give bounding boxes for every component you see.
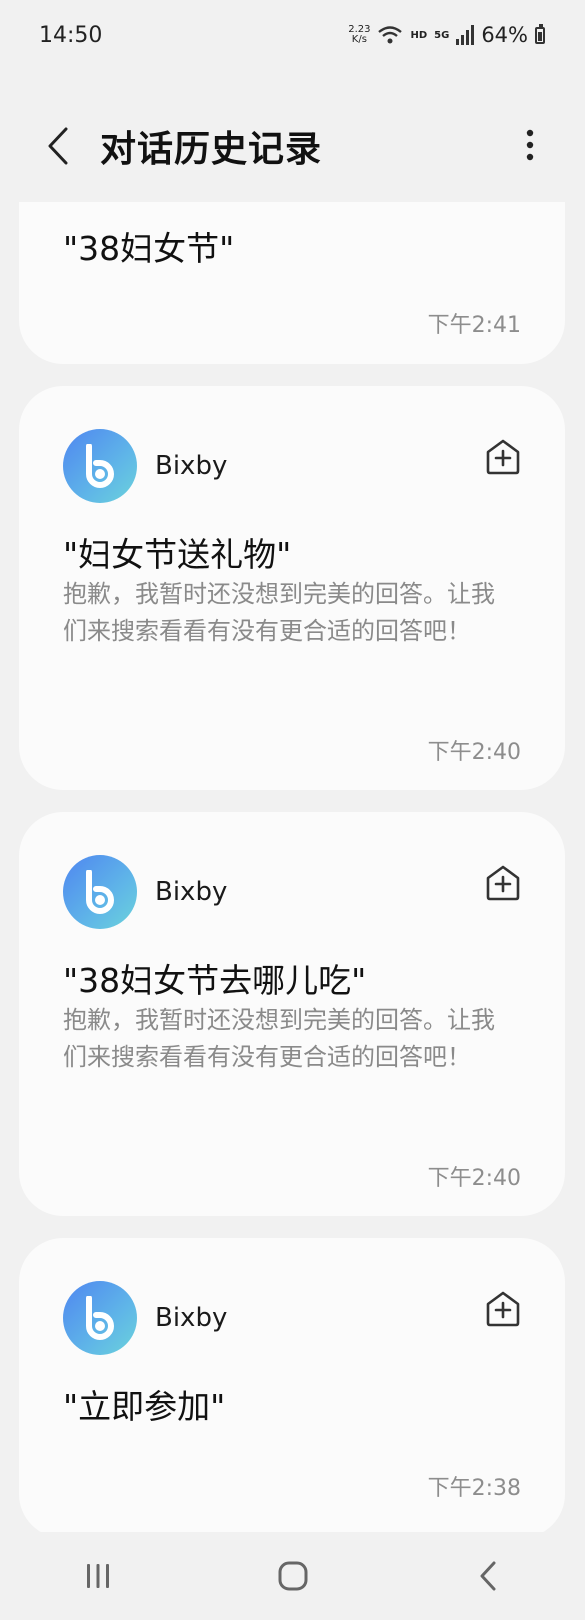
add-to-home-button[interactable] <box>483 863 523 903</box>
assistant-name: Bixby <box>155 1303 228 1333</box>
add-to-home-button[interactable] <box>483 1289 523 1329</box>
add-to-home-icon <box>486 1291 520 1327</box>
status-bar: 14:50 2.23 K/s HD 5G 64% <box>0 0 585 70</box>
navigation-bar <box>0 1532 585 1620</box>
battery-percent: 64% <box>481 23 528 47</box>
app-bar: 对话历史记录 <box>0 100 585 192</box>
bixby-logo-icon <box>63 1281 137 1355</box>
card-header: Bixby <box>63 855 523 929</box>
hd-badge: HD <box>410 29 428 41</box>
signal-icon <box>456 25 475 45</box>
assistant-name: Bixby <box>155 877 228 907</box>
history-card[interactable]: Bixby "妇女节送礼物" 抱歉，我暂时还没想到完美的回答。让我们来搜索看看有… <box>19 386 565 790</box>
status-icons: 2.23 K/s HD 5G 64% <box>348 23 545 47</box>
timestamp: 下午2:40 <box>427 740 521 765</box>
timestamp: 下午2:38 <box>427 1476 521 1501</box>
more-vert-icon <box>526 129 534 161</box>
recents-button[interactable] <box>58 1546 138 1606</box>
bixby-logo-icon <box>63 855 137 929</box>
history-list[interactable]: "38妇女节" 下午2:41 Bixby "妇女节送礼物" 抱歉，我暂时还没想到… <box>0 202 585 1532</box>
home-button[interactable] <box>253 1546 333 1606</box>
more-options-button[interactable] <box>515 120 545 170</box>
status-time: 14:50 <box>39 22 103 48</box>
recents-icon <box>86 1564 109 1588</box>
network-type: 5G <box>434 29 450 41</box>
system-back-button[interactable] <box>448 1546 528 1606</box>
add-to-home-button[interactable] <box>483 437 523 477</box>
timestamp: 下午2:40 <box>427 1166 521 1191</box>
query-text: "38妇女节去哪儿吃" <box>63 961 367 1000</box>
query-text: "38妇女节" <box>63 229 235 268</box>
battery-icon <box>535 23 545 44</box>
network-speed: 2.23 K/s <box>348 25 370 45</box>
back-icon <box>480 1561 495 1591</box>
card-header: Bixby <box>63 1281 523 1355</box>
network-speed-unit: K/s <box>351 34 367 45</box>
reply-text: 抱歉，我暂时还没想到完美的回答。让我们来搜索看看有没有更合适的回答吧！ <box>63 1006 495 1071</box>
timestamp: 下午2:41 <box>427 313 521 338</box>
assistant-name: Bixby <box>155 451 228 481</box>
reply-text: 抱歉，我暂时还没想到完美的回答。让我们来搜索看看有没有更合适的回答吧！ <box>63 580 495 645</box>
history-card[interactable]: Bixby "38妇女节去哪儿吃" 抱歉，我暂时还没想到完美的回答。让我们来搜索… <box>19 812 565 1216</box>
home-icon <box>278 1561 307 1591</box>
add-to-home-icon <box>486 439 520 475</box>
query-text: "立即参加" <box>63 1387 226 1426</box>
bixby-logo-icon <box>63 429 137 503</box>
query-text: "妇女节送礼物" <box>63 535 292 574</box>
card-header: Bixby <box>63 429 523 503</box>
history-card[interactable]: Bixby "立即参加" 下午2:38 <box>19 1238 565 1532</box>
wifi-icon <box>378 26 403 44</box>
back-button[interactable] <box>28 116 88 176</box>
history-card[interactable]: "38妇女节" 下午2:41 <box>19 202 565 364</box>
page-title: 对话历史记录 <box>100 129 323 170</box>
add-to-home-icon <box>486 865 520 901</box>
chevron-left-icon <box>48 127 68 165</box>
